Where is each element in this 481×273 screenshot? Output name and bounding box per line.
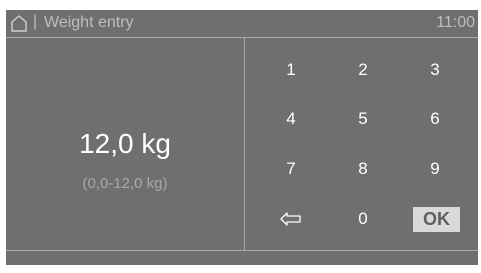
- key-5[interactable]: 5: [339, 106, 387, 132]
- clock: 11:00: [436, 14, 475, 31]
- vertical-divider: [244, 38, 245, 250]
- weight-entry-screen: | Weight entry 11:00 12,0 kg (0,0-12,0 k…: [6, 10, 478, 265]
- top-bar: | Weight entry 11:00: [6, 10, 478, 38]
- backspace-arrow-icon: [280, 212, 301, 226]
- key-6[interactable]: 6: [411, 106, 459, 132]
- page-title: Weight entry: [44, 14, 134, 31]
- header-separator: |: [33, 13, 38, 30]
- key-3[interactable]: 3: [411, 57, 459, 83]
- bottom-divider: [6, 250, 478, 251]
- weight-range: (0,0-12,0 kg): [82, 175, 168, 192]
- key-2[interactable]: 2: [339, 57, 387, 83]
- backspace-button[interactable]: [267, 206, 315, 232]
- ok-button[interactable]: OK: [413, 207, 460, 232]
- key-1[interactable]: 1: [267, 57, 315, 83]
- key-7[interactable]: 7: [267, 156, 315, 182]
- key-0[interactable]: 0: [339, 206, 387, 232]
- home-icon[interactable]: [9, 13, 29, 33]
- key-9[interactable]: 9: [411, 156, 459, 182]
- value-panel: 12,0 kg (0,0-12,0 kg): [6, 38, 244, 250]
- key-8[interactable]: 8: [339, 156, 387, 182]
- key-4[interactable]: 4: [267, 106, 315, 132]
- weight-value: 12,0 kg: [79, 128, 171, 159]
